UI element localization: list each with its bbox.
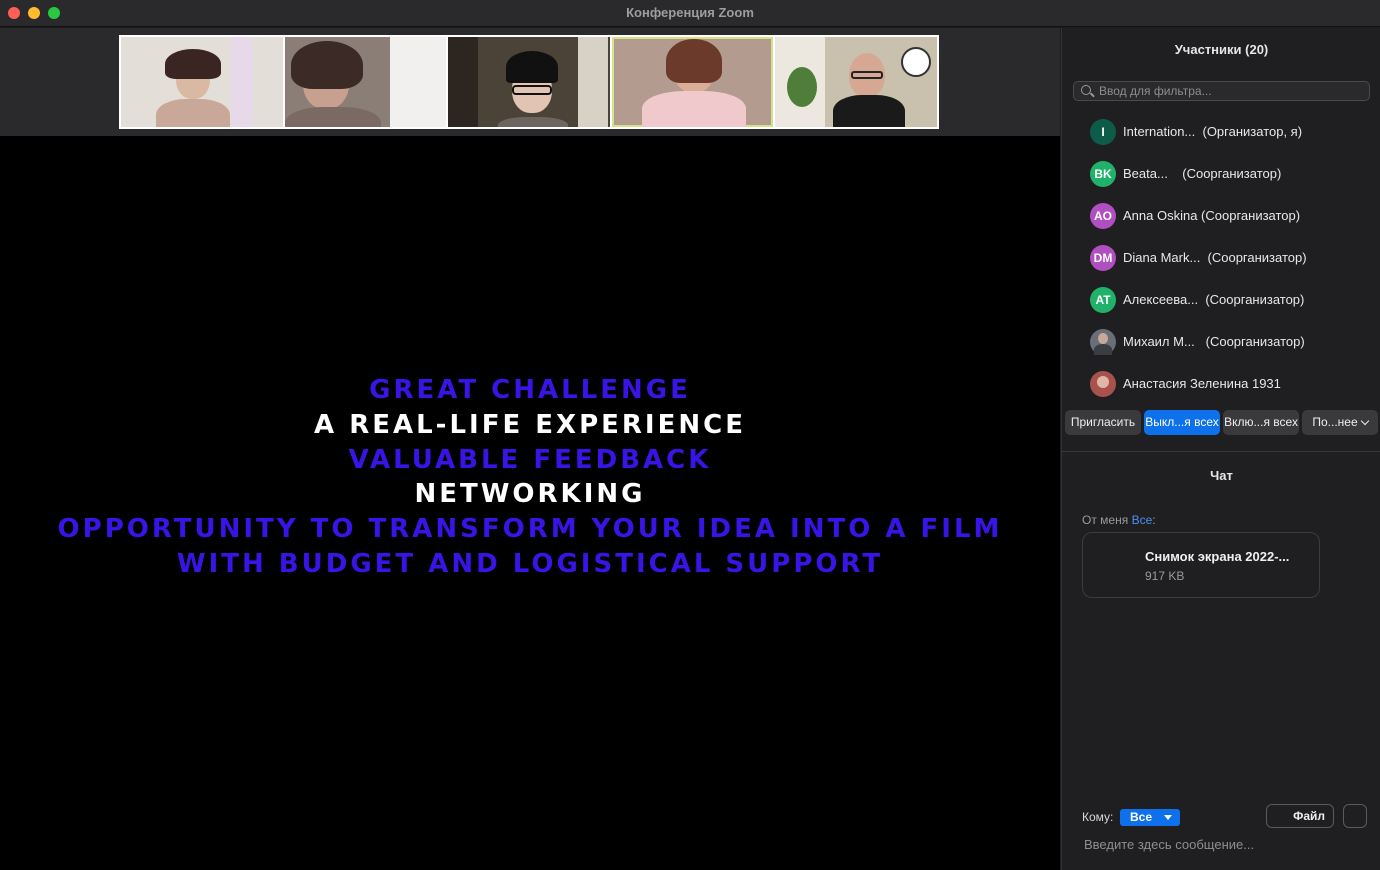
slide-line-6: WITH BUDGET AND LOGISTICAL SUPPORT [176,548,884,579]
plant-shape [231,37,253,127]
slide-line-1: GREAT CHALLENGE [369,375,691,405]
participant-name: Beata... (Соорганизатор) [1123,166,1282,181]
participant-name: Михаил М... (Соорганизатор) [1123,334,1305,349]
avatar: BK [1090,161,1116,187]
title-bar: Конференция Zoom [0,0,1380,27]
person-body [284,107,381,127]
chat-from-label: От меня [1082,513,1129,527]
participants-title: Участники (20) [1174,42,1269,57]
hair-shape [165,49,221,79]
recipient-select[interactable]: Все [1120,809,1180,826]
file-button[interactable]: Файл [1266,804,1334,828]
participant-name: Anna Oskina (Соорганизатор) [1123,208,1301,223]
video-gallery-strip [0,28,1060,136]
chat-title: Чат [1210,468,1233,483]
chat-file-card[interactable]: Снимок экрана 2022-... 917 KB [1082,532,1320,598]
chat-message-input[interactable]: Введите здесь сообщение... [1084,837,1364,855]
caret-down-icon [1164,815,1172,820]
avatar: AO [1090,203,1116,229]
window-light-shape [389,37,447,127]
avatar: AT [1090,287,1116,313]
file-size: 917 KB [1145,569,1185,583]
participant-video-2[interactable] [284,37,447,127]
wall-clock-shape [901,47,932,77]
hair-shape [665,39,722,83]
chat-more-button[interactable] [1343,804,1367,828]
participant-list: I Internation... (Организатор, я) BK Bea… [1062,111,1380,398]
participant-filter-input[interactable] [1099,83,1364,99]
participant-row[interactable]: DM Diana Mark... (Соорганизатор) [1062,237,1380,279]
meeting-area: GREAT CHALLENGE A REAL-LIFE EXPERIENCE V… [0,28,1060,870]
participant-row[interactable]: AO Anna Oskina (Соорганизатор) [1062,195,1380,237]
glasses-shape [512,85,553,95]
avatar-photo [1090,371,1116,397]
window-title: Конференция Zoom [626,5,754,20]
slide-line-5: OPPORTUNITY TO TRANSFORM YOUR IDEA INTO … [57,514,1003,545]
recipient-value: Все [1130,810,1153,824]
participant-video-5[interactable] [775,37,937,127]
file-name: Снимок экрана 2022-... [1145,549,1290,564]
participant-row[interactable]: AT Алексеева... (Соорганизатор) [1062,279,1380,321]
more-options-button[interactable]: По...нее [1302,410,1378,435]
person-body [641,91,746,127]
participant-row[interactable]: Михаил М... (Соорганизатор) [1062,321,1380,363]
avatar-photo [1090,329,1116,355]
participant-video-1[interactable] [121,37,283,127]
more-options-label: По...нее [1312,415,1358,429]
invite-button[interactable]: Пригласить [1065,410,1141,435]
panel-divider [1062,451,1380,452]
slide-text: GREAT CHALLENGE A REAL-LIFE EXPERIENCE V… [0,373,1060,582]
unmute-all-button[interactable]: Вклю...я всех [1223,410,1299,435]
participant-name: Diana Mark... (Соорганизатор) [1123,250,1307,265]
bookshelf-shape [448,37,479,127]
avatar: DM [1090,245,1116,271]
participant-video-4[interactable] [611,37,774,127]
avatar-body-shape [1094,344,1112,355]
slide-line-2: A REAL-LIFE EXPERIENCE [314,409,746,440]
chat-recipient[interactable]: Все [1132,513,1153,527]
slide-line-4: NETWORKING [414,479,646,510]
participant-name: Internation... (Организатор, я) [1123,124,1303,139]
hair-shape [506,51,559,83]
avatar: I [1090,119,1116,145]
participant-row[interactable]: Анастасия Зеленина 1931 [1062,363,1380,398]
to-label: Кому: [1082,810,1114,824]
participant-actions: Пригласить Выкл...я всех Вклю...я всех П… [1065,410,1379,436]
avatar-face-shape [1098,333,1108,344]
participant-name: Алексеева... (Соорганизатор) [1123,292,1305,307]
chat-from-colon: : [1152,513,1156,527]
door-shape [578,37,609,127]
person-body [833,95,906,127]
right-sidebar: Участники (20) I Internation... (Организ… [1061,28,1380,870]
participant-filter-field[interactable] [1073,81,1370,101]
person-body [498,117,569,127]
participant-video-3[interactable] [448,37,610,127]
participant-name: Анастасия Зеленина 1931 [1123,376,1281,391]
screen-share-view[interactable]: GREAT CHALLENGE A REAL-LIFE EXPERIENCE V… [0,138,1060,870]
chat-sender-line: От меня Все: [1082,513,1156,527]
participant-row[interactable]: BK Beata... (Соорганизатор) [1062,153,1380,195]
zoom-window: Конференция Zoom GREAT CHALLENGE A REAL-… [0,0,1380,870]
search-icon [1081,85,1091,95]
person-body [156,99,230,127]
participant-row[interactable]: I Internation... (Организатор, я) [1062,111,1380,153]
mute-all-button[interactable]: Выкл...я всех [1144,410,1220,435]
avatar-face-shape [1097,376,1109,388]
hair-shape [290,41,363,89]
slide-line-3: VALUABLE FEEDBACK [348,444,712,475]
chevron-down-icon [1360,416,1369,426]
glasses-shape [851,71,884,79]
video-tiles [119,35,939,129]
